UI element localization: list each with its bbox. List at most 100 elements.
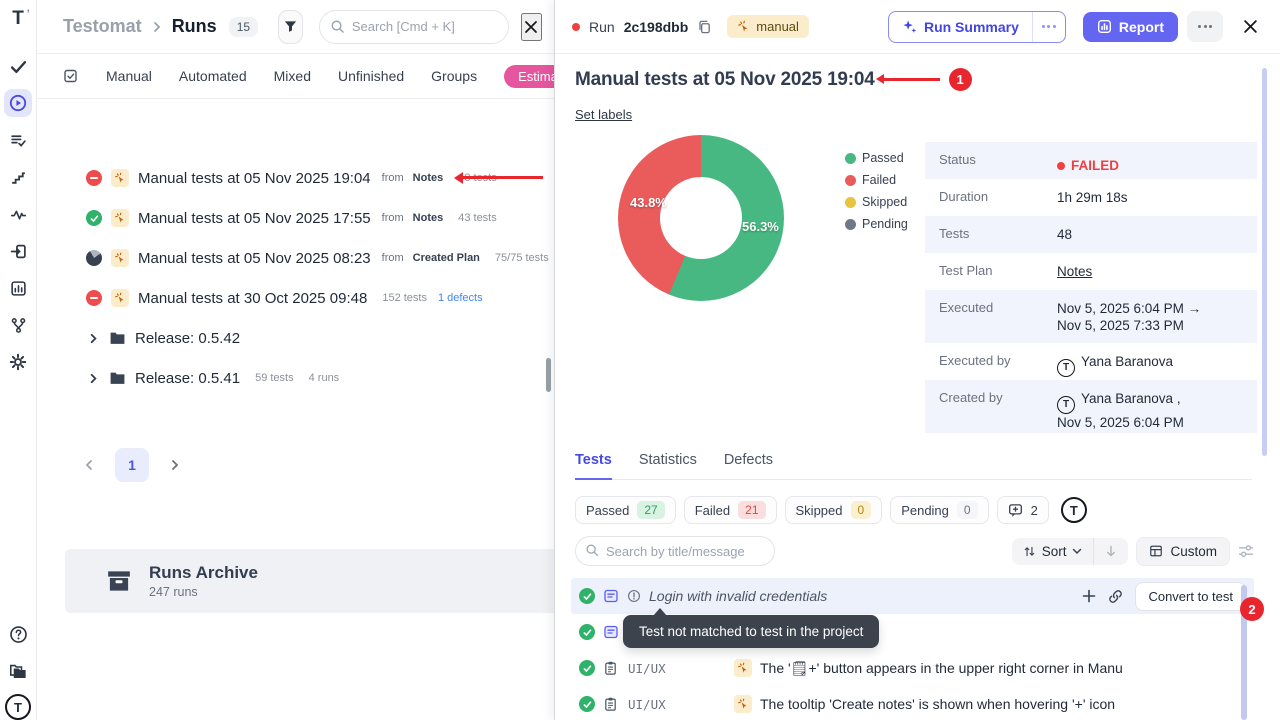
settings-gear-icon[interactable] xyxy=(4,348,32,376)
projects-folder-icon[interactable] xyxy=(4,657,32,685)
manual-run-icon xyxy=(111,169,129,187)
run-summary-button[interactable]: Run Summary xyxy=(889,12,1032,42)
info-icon xyxy=(627,589,641,603)
tests-search-input[interactable] xyxy=(575,536,775,566)
tab-estimate-badge[interactable]: Estimate xyxy=(504,65,554,88)
test-title: The '🗒+' button appears in the upper rig… xyxy=(760,660,1123,677)
chevron-down-icon xyxy=(1072,548,1082,555)
import-icon[interactable] xyxy=(4,237,32,265)
info-row-tests: Tests 48 xyxy=(925,216,1257,253)
tab-mixed[interactable]: Mixed xyxy=(274,68,311,84)
tab-defects[interactable]: Defects xyxy=(724,452,773,479)
next-page-icon[interactable] xyxy=(163,453,187,477)
display-settings-icon[interactable] xyxy=(1238,543,1254,559)
manual-run-icon xyxy=(111,289,129,307)
tab-groups[interactable]: Groups xyxy=(431,68,477,84)
detail-tabs: Tests Statistics Defects xyxy=(575,452,1252,480)
sort-direction-button[interactable] xyxy=(1093,538,1128,565)
detail-scrollbar[interactable] xyxy=(1262,68,1267,456)
test-row-login[interactable]: Login with invalid credentials Convert t… xyxy=(571,578,1254,614)
convert-to-test-button[interactable]: Convert to test xyxy=(1135,582,1246,611)
chip-skipped[interactable]: Skipped0 xyxy=(785,496,883,524)
tab-tests[interactable]: Tests xyxy=(575,452,612,480)
set-labels-link[interactable]: Set labels xyxy=(575,107,632,122)
runs-panel: Testomat Runs 15 Manual xyxy=(37,0,555,720)
run-detail-panel: Run 2c198dbb manual Run Summary xyxy=(555,0,1280,720)
test-row-plus-button[interactable]: UI/UX The '🗒+' button appears in the upp… xyxy=(571,650,1254,686)
close-icon xyxy=(1243,19,1258,34)
filter-button[interactable] xyxy=(278,10,303,44)
run-defects-link[interactable]: 1 defects xyxy=(438,292,483,304)
help-icon[interactable] xyxy=(4,620,32,648)
run-tests-count: 152 tests xyxy=(382,292,427,304)
runs-archive-bar[interactable]: Runs Archive 247 runs xyxy=(65,549,554,613)
steps-icon[interactable] xyxy=(4,163,32,191)
info-row-executed-by: Executed by TYana Baranova xyxy=(925,343,1257,380)
chip-pending[interactable]: Pending0 xyxy=(890,496,988,524)
chip-comments[interactable]: 2 xyxy=(997,496,1049,524)
copy-icon[interactable] xyxy=(697,19,712,35)
run-title: Manual tests at 05 Nov 2025 19:04 xyxy=(138,170,371,187)
link-icon[interactable] xyxy=(1108,589,1123,604)
report-button[interactable]: Report xyxy=(1083,12,1178,42)
sort-button[interactable]: Sort xyxy=(1012,538,1094,565)
chevron-expand-icon[interactable] xyxy=(86,373,100,384)
select-runs-icon[interactable] xyxy=(63,68,79,84)
manual-run-icon xyxy=(111,249,129,267)
icon-rail: T’ T xyxy=(0,0,37,720)
chevron-expand-icon[interactable] xyxy=(86,333,100,344)
archive-count: 247 runs xyxy=(149,585,258,599)
account-avatar[interactable]: T xyxy=(5,694,31,720)
info-row-testplan: Test Plan Notes xyxy=(925,253,1257,290)
chip-failed[interactable]: Failed21 xyxy=(684,496,777,524)
tab-automated[interactable]: Automated xyxy=(179,68,247,84)
breadcrumb-app[interactable]: Testomat xyxy=(63,16,142,37)
run-label: Run xyxy=(589,19,615,35)
close-search-button[interactable] xyxy=(521,13,542,41)
run-row-failed-0948[interactable]: Manual tests at 30 Oct 2025 09:48 152 te… xyxy=(37,278,554,318)
prev-page-icon[interactable] xyxy=(77,453,101,477)
tab-statistics[interactable]: Statistics xyxy=(639,452,697,479)
runs-play-icon[interactable] xyxy=(4,89,32,117)
ellipsis-icon xyxy=(1042,25,1056,28)
page-number[interactable]: 1 xyxy=(115,448,149,482)
test-tag: UI/UX xyxy=(628,661,680,676)
analytics-icon[interactable] xyxy=(4,274,32,302)
branch-icon[interactable] xyxy=(4,311,32,339)
more-options-button[interactable] xyxy=(1187,11,1223,42)
tests-list: Login with invalid credentials Convert t… xyxy=(571,578,1254,720)
tab-unfinished[interactable]: Unfinished xyxy=(338,68,404,84)
table-icon xyxy=(1149,544,1163,558)
run-title: Manual tests at 05 Nov 2025 08:23 xyxy=(138,250,371,267)
close-panel-button[interactable] xyxy=(1236,13,1264,41)
run-from-label: from xyxy=(382,252,404,264)
tests-check-icon[interactable] xyxy=(4,52,32,80)
left-panel-scrollbar[interactable] xyxy=(546,358,551,392)
assignee-avatar[interactable]: T xyxy=(1061,497,1087,523)
test-row-tooltip-create-notes[interactable]: UI/UX The tooltip 'Create notes' is show… xyxy=(571,686,1254,720)
plans-list-icon[interactable] xyxy=(4,126,32,154)
chip-passed[interactable]: Passed27 xyxy=(575,496,676,524)
testomat-logo-icon[interactable]: T’ xyxy=(12,8,24,30)
runs-search-input[interactable] xyxy=(319,10,509,44)
runs-panel-header: Testomat Runs 15 xyxy=(37,0,554,54)
run-from-label: from xyxy=(382,212,404,224)
passed-check-icon xyxy=(579,588,595,604)
folder-row-release-0541[interactable]: Release: 0.5.41 59 tests 4 runs xyxy=(37,358,554,398)
run-summary-more-button[interactable] xyxy=(1032,12,1065,42)
run-row-passed-1755[interactable]: Manual tests at 05 Nov 2025 17:55 from N… xyxy=(37,198,554,238)
run-id: 2c198dbb xyxy=(624,19,689,35)
pulse-icon[interactable] xyxy=(4,200,32,228)
tests-search xyxy=(575,536,775,566)
run-tests-count: 75/75 tests xyxy=(495,252,549,264)
folder-row-release-0542[interactable]: Release: 0.5.42 xyxy=(37,318,554,358)
passed-check-icon xyxy=(579,624,595,640)
custom-view-button[interactable]: Custom xyxy=(1136,537,1230,566)
run-row-running-0823[interactable]: Manual tests at 05 Nov 2025 08:23 from C… xyxy=(37,238,554,278)
folder-name: Release: 0.5.41 xyxy=(135,370,240,387)
tab-manual[interactable]: Manual xyxy=(106,68,152,84)
add-icon[interactable] xyxy=(1082,589,1096,603)
failed-status-icon xyxy=(86,290,102,306)
breadcrumb-page: Runs xyxy=(172,16,217,37)
test-plan-link[interactable]: Notes xyxy=(1057,263,1092,290)
